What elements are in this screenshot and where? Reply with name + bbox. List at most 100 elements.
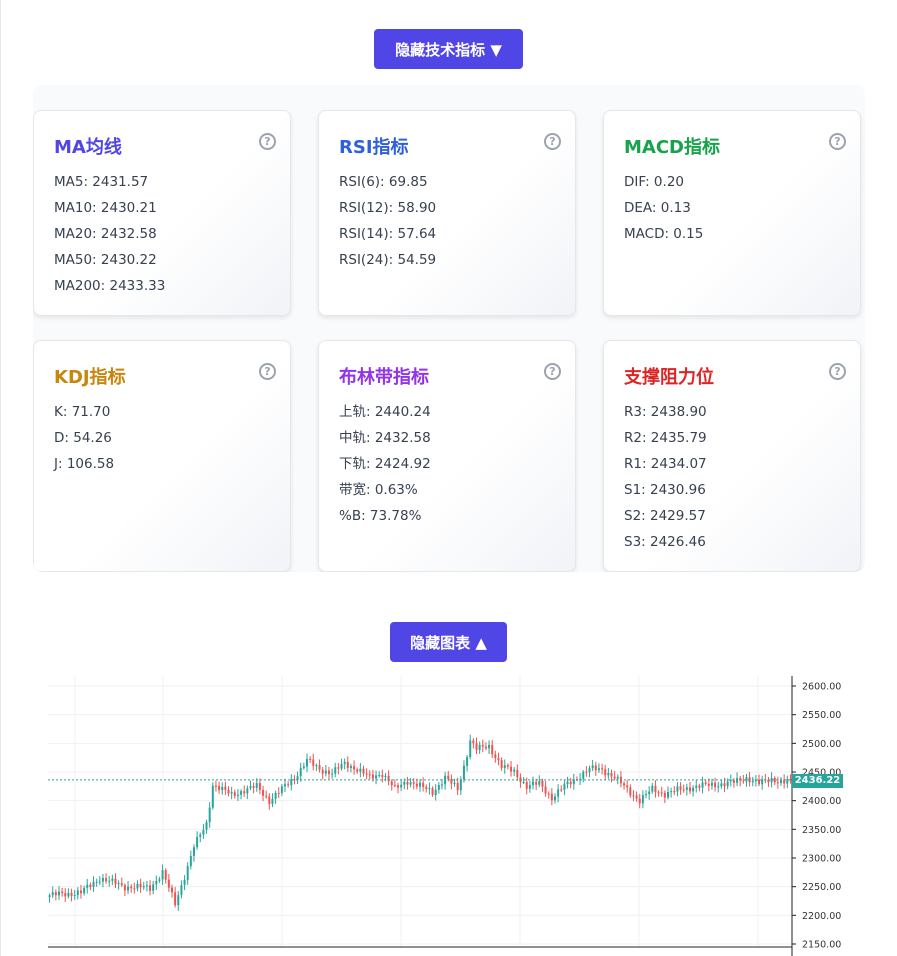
indicator-values: MA5: 2431.57 MA10: 2430.21 MA20: 2432.58 MA… <box>54 172 165 302</box>
help-icon[interactable]: ? <box>829 363 846 380</box>
candle-body <box>340 763 343 769</box>
candle-body <box>86 884 89 888</box>
hide-chart-button[interactable]: 隐藏图表 ▲ <box>390 622 507 662</box>
candle-body <box>560 789 563 791</box>
candle-body <box>186 866 189 880</box>
candle-body <box>158 879 161 881</box>
candle-body <box>174 892 177 906</box>
candle-body <box>133 888 136 890</box>
indicator-card-ma: MA均线? MA5: 2431.57 MA10: 2430.21 MA20: 2432… <box>33 110 291 316</box>
candle-body <box>136 883 139 889</box>
price-tick-label: 2600.00 <box>802 682 841 693</box>
candle-body <box>425 786 428 789</box>
candle-body <box>745 777 748 782</box>
candle-body <box>105 877 108 882</box>
candle-body <box>726 781 729 787</box>
candle-body <box>299 767 302 777</box>
candle-body <box>591 765 594 769</box>
indicator-value-row: 中轨: 2432.58 <box>339 430 431 446</box>
candle-body <box>419 782 421 787</box>
candle-body <box>475 743 478 750</box>
candle-body <box>585 771 588 773</box>
indicator-card-bollinger: 布林带指标? 上轨: 2440.24 中轨: 2432.58 下轨: 2424.92 带… <box>318 340 576 572</box>
candle-body <box>324 770 327 774</box>
help-icon[interactable]: ? <box>544 133 561 150</box>
candle-body <box>472 740 475 744</box>
candle-body <box>309 759 312 761</box>
candle-body <box>550 793 553 801</box>
candle-body <box>70 892 73 896</box>
indicator-values: K: 71.70 D: 54.26 J: 106.58 <box>54 402 114 480</box>
candle-body <box>488 744 491 749</box>
candle-body <box>406 781 409 785</box>
candle-body <box>679 786 682 790</box>
candle-body <box>127 886 130 891</box>
candle-body <box>751 781 754 783</box>
candle-body <box>688 787 691 792</box>
candle-body <box>164 870 167 880</box>
candle-body <box>494 754 497 759</box>
price-tick-label: 2300.00 <box>802 854 841 865</box>
candle-body <box>484 746 487 749</box>
candle-body <box>525 782 528 789</box>
candle-body <box>506 765 509 767</box>
candle-body <box>651 785 654 792</box>
candle-body <box>698 785 701 788</box>
candle-body <box>211 785 214 808</box>
candle-body <box>95 881 98 883</box>
candle-body <box>196 836 199 848</box>
indicator-card-kdj: KDJ指标? K: 71.70 D: 54.26 J: 106.58 <box>33 340 291 572</box>
candle-body <box>64 893 67 897</box>
help-icon[interactable]: ? <box>259 363 276 380</box>
indicator-value-row: MA10: 2430.21 <box>54 200 157 216</box>
candle-body <box>208 807 211 823</box>
candle-body <box>167 879 170 888</box>
candle-body <box>233 792 236 796</box>
price-tick-label: 2350.00 <box>802 825 841 836</box>
candle-body <box>557 789 560 797</box>
help-icon[interactable]: ? <box>829 133 846 150</box>
candle-body <box>776 782 779 784</box>
candle-body <box>343 761 346 764</box>
indicator-value-row: S1: 2430.96 <box>624 482 706 498</box>
candle-body <box>447 775 450 780</box>
candlestick-chart[interactable]: 2600.002550.002500.002450.002400.002350.… <box>48 676 848 956</box>
price-tick-label: 2200.00 <box>802 911 841 922</box>
candle-body <box>349 766 352 768</box>
candle-body <box>57 891 60 896</box>
candle-body <box>400 784 403 788</box>
help-icon[interactable]: ? <box>544 363 561 380</box>
indicator-value-row: D: 54.26 <box>54 430 112 446</box>
hide-indicators-button[interactable]: 隐藏技术指标 ▼ <box>374 29 523 69</box>
candle-body <box>626 785 629 788</box>
candle-body <box>695 785 698 788</box>
candle-body <box>240 791 243 795</box>
candle-body <box>123 885 126 891</box>
indicator-value-row: MA20: 2432.58 <box>54 226 157 242</box>
candle-body <box>434 789 437 795</box>
candle-body <box>387 775 390 782</box>
candle-body <box>101 877 104 882</box>
candle-body <box>466 757 469 766</box>
candle-body <box>249 786 252 789</box>
candle-body <box>604 769 607 776</box>
candle-body <box>51 892 54 896</box>
indicator-value-row: MA50: 2430.22 <box>54 252 157 268</box>
candle-body <box>547 793 550 795</box>
candle-body <box>277 792 280 794</box>
help-icon[interactable]: ? <box>259 133 276 150</box>
indicator-card-support-resistance: 支撑阻力位? R3: 2438.90 R2: 2435.79 R1: 2434.07 S… <box>603 340 861 572</box>
candle-body <box>736 778 739 783</box>
candle-body <box>371 774 374 779</box>
candle-body <box>692 787 695 792</box>
candle-body <box>152 884 155 891</box>
candle-body <box>384 775 387 777</box>
candle-body <box>601 768 604 770</box>
candle-body <box>255 783 258 788</box>
candle-body <box>117 883 120 885</box>
candle-body <box>265 795 268 797</box>
candle-body <box>516 769 519 778</box>
candle-body <box>717 786 720 788</box>
indicator-value-row: 上轨: 2440.24 <box>339 404 431 420</box>
candle-body <box>456 782 459 791</box>
